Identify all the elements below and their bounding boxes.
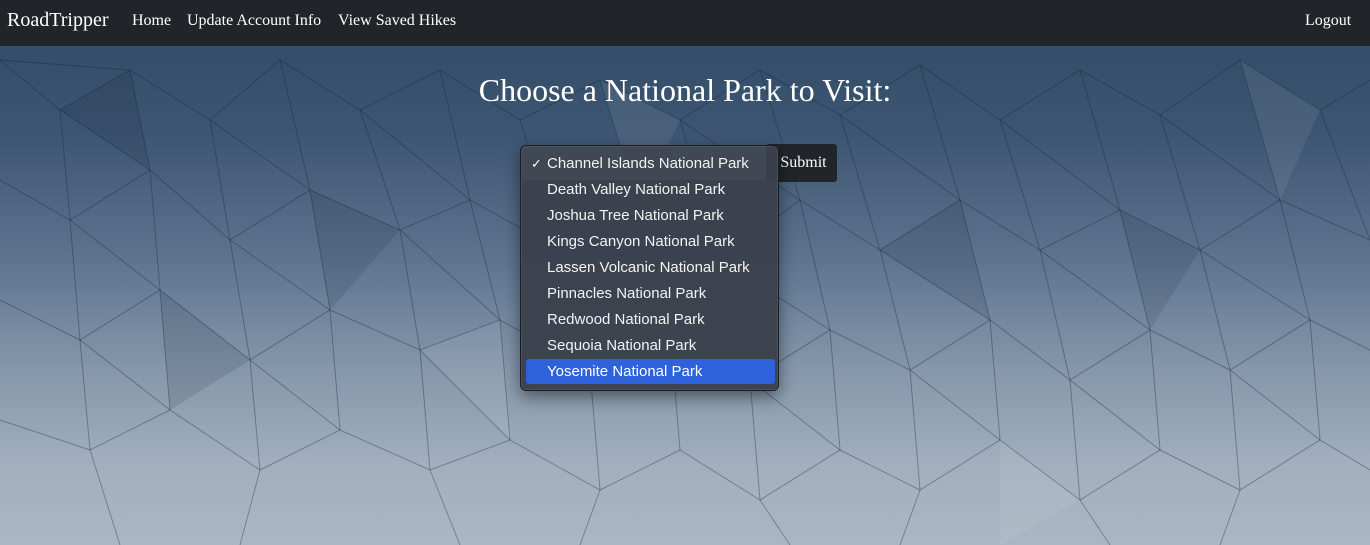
park-option[interactable]: Pinnacles National Park <box>526 281 775 306</box>
park-option[interactable]: ✓ Channel Islands National Park <box>526 151 775 176</box>
park-option[interactable]: Joshua Tree National Park <box>526 203 775 228</box>
park-option-label: Redwood National Park <box>547 311 705 328</box>
nav-update-account-link[interactable]: Update Account Info <box>187 12 321 30</box>
park-option-label: Channel Islands National Park <box>547 155 749 172</box>
park-option[interactable]: Redwood National Park <box>526 307 775 332</box>
park-option[interactable]: Sequoia National Park <box>526 333 775 358</box>
park-option[interactable]: Kings Canyon National Park <box>526 229 775 254</box>
park-option-label: Kings Canyon National Park <box>547 233 735 250</box>
park-option-highlighted[interactable]: Yosemite National Park <box>526 359 775 384</box>
top-navbar: RoadTripper Home Update Account Info Vie… <box>0 0 1370 46</box>
brand-logo-link[interactable]: RoadTripper <box>7 9 108 32</box>
park-option-label: Yosemite National Park <box>547 363 703 380</box>
page-title: Choose a National Park to Visit: <box>478 72 892 108</box>
park-option-label: Joshua Tree National Park <box>547 207 724 224</box>
park-option-label: Death Valley National Park <box>547 181 726 198</box>
park-option[interactable]: Death Valley National Park <box>526 177 775 202</box>
park-option[interactable]: Lassen Volcanic National Park <box>526 255 775 280</box>
park-option-label: Sequoia National Park <box>547 337 697 354</box>
nav-home-link[interactable]: Home <box>132 12 171 30</box>
nav-logout-link[interactable]: Logout <box>1305 12 1351 30</box>
park-dropdown-menu: ✓ Channel Islands National Park Death Va… <box>520 145 779 391</box>
park-option-label: Pinnacles National Park <box>547 285 707 302</box>
checkmark-icon: ✓ <box>531 156 542 171</box>
nav-saved-hikes-link[interactable]: View Saved Hikes <box>338 12 456 30</box>
park-option-label: Lassen Volcanic National Park <box>547 259 750 276</box>
